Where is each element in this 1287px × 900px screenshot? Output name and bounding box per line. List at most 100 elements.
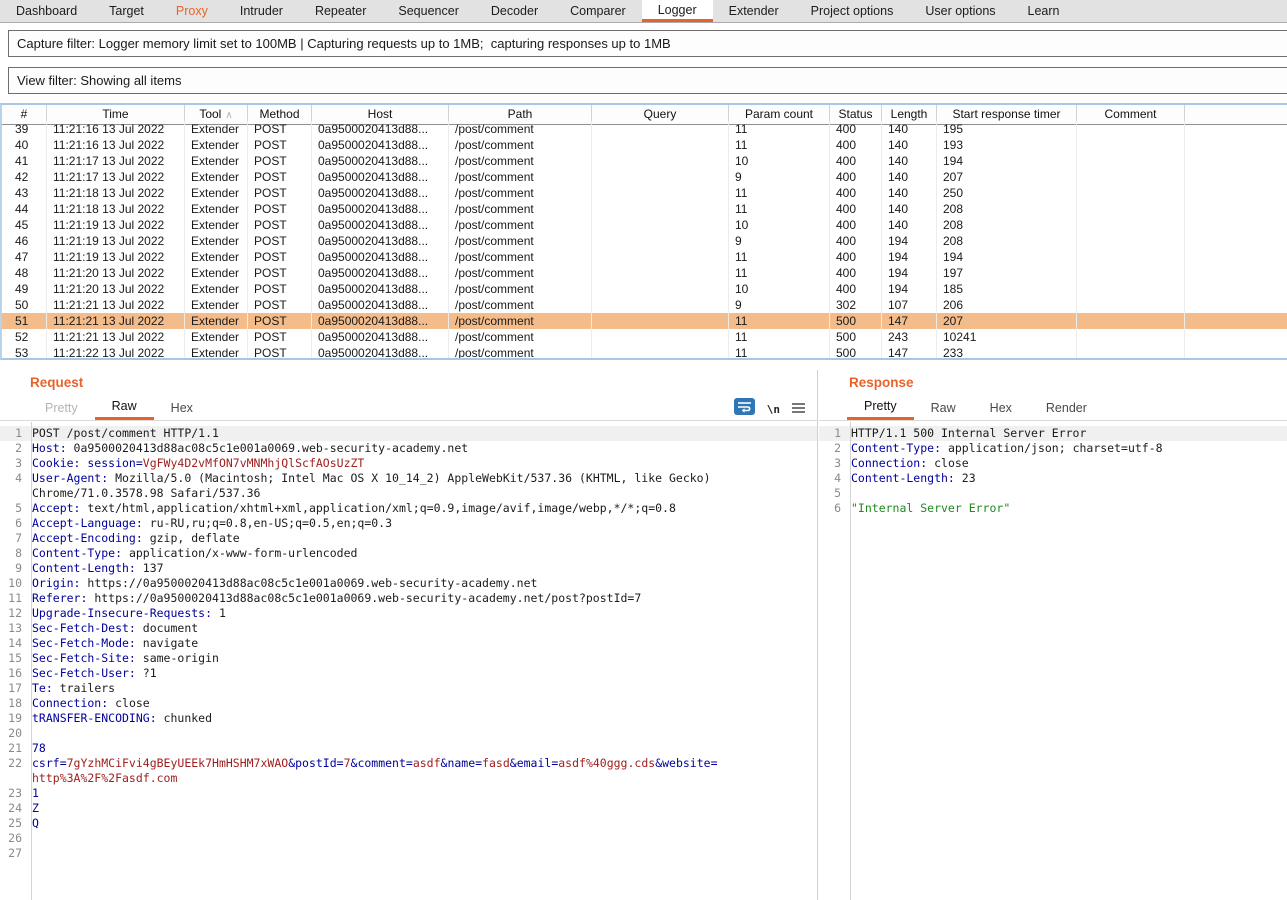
table-row[interactable]: 4511:21:19 13 Jul 2022ExtenderPOST0a9500… (2, 217, 1287, 233)
cell-length: 140 (882, 169, 937, 185)
line-text: POST /post/comment HTTP/1.1 (28, 426, 219, 441)
table-row[interactable]: 4011:21:16 13 Jul 2022ExtenderPOST0a9500… (2, 137, 1287, 153)
line-text: HTTP/1.1 500 Internal Server Error (847, 426, 1086, 441)
line-text: Q (28, 816, 39, 831)
editor-line: 2178 (0, 741, 817, 756)
cell-path: /post/comment (449, 169, 592, 185)
editor-menu-icon[interactable] (792, 400, 805, 418)
line-text: Accept-Encoding: gzip, deflate (28, 531, 240, 546)
line-text: Host: 0a9500020413d88ac08c5c1e001a0069.w… (28, 441, 468, 456)
request-tab-raw[interactable]: Raw (95, 396, 154, 420)
table-row[interactable]: 4411:21:18 13 Jul 2022ExtenderPOST0a9500… (2, 201, 1287, 217)
tab-project-options[interactable]: Project options (795, 0, 910, 22)
table-row[interactable]: 4111:21:17 13 Jul 2022ExtenderPOST0a9500… (2, 153, 1287, 169)
cell-status: 400 (830, 121, 882, 137)
cell-param-count: 11 (729, 249, 830, 265)
editor-line: 10Origin: https://0a9500020413d88ac08c5c… (0, 576, 817, 591)
tab-dashboard[interactable]: Dashboard (0, 0, 93, 22)
cell--: 48 (2, 265, 47, 281)
cell-time: 11:21:16 13 Jul 2022 (47, 121, 185, 137)
line-number: 6 (819, 501, 847, 516)
cell-query (592, 265, 729, 281)
line-text: Origin: https://0a9500020413d88ac08c5c1e… (28, 576, 537, 591)
capture-filter-bar[interactable]: Capture filter: Logger memory limit set … (8, 30, 1287, 57)
table-row[interactable]: 5311:21:22 13 Jul 2022ExtenderPOST0a9500… (2, 345, 1287, 360)
line-number: 3 (819, 456, 847, 471)
line-text: Sec-Fetch-User: ?1 (28, 666, 157, 681)
line-number: 21 (0, 741, 28, 756)
line-text: 1 (28, 786, 39, 801)
response-tab-render[interactable]: Render (1029, 396, 1104, 420)
tab-repeater[interactable]: Repeater (299, 0, 382, 22)
table-row[interactable]: 4811:21:20 13 Jul 2022ExtenderPOST0a9500… (2, 265, 1287, 281)
table-row[interactable]: 5211:21:21 13 Jul 2022ExtenderPOST0a9500… (2, 329, 1287, 345)
table-row[interactable]: 4711:21:19 13 Jul 2022ExtenderPOST0a9500… (2, 249, 1287, 265)
line-number: 5 (819, 486, 847, 501)
response-tab-pretty[interactable]: Pretty (847, 396, 914, 420)
cell-param-count: 9 (729, 297, 830, 313)
cell-tool: Extender (185, 281, 248, 297)
response-editor[interactable]: 1HTTP/1.1 500 Internal Server Error2Cont… (819, 422, 1287, 900)
cell-tool: Extender (185, 345, 248, 360)
show-newlines-icon[interactable]: \n (767, 403, 780, 416)
cell-start-response-timer: 207 (937, 169, 1077, 185)
editor-line: 22csrf=7gYzhMCiFvi4gBEyUEEk7HmHSHM7xWAO&… (0, 756, 817, 771)
cell-query (592, 137, 729, 153)
tab-logger[interactable]: Logger (642, 0, 713, 22)
editor-line: 16Sec-Fetch-User: ?1 (0, 666, 817, 681)
line-number: 25 (0, 816, 28, 831)
request-editor[interactable]: 1POST /post/comment HTTP/1.12Host: 0a950… (0, 422, 817, 900)
view-filter-bar[interactable]: View filter: Showing all items (8, 67, 1287, 94)
cell-host: 0a9500020413d88... (312, 233, 449, 249)
cell-param-count: 10 (729, 153, 830, 169)
word-wrap-icon[interactable] (734, 398, 755, 420)
cell-length: 140 (882, 217, 937, 233)
table-row[interactable]: 4911:21:20 13 Jul 2022ExtenderPOST0a9500… (2, 281, 1287, 297)
line-number: 17 (0, 681, 28, 696)
line-text: Sec-Fetch-Dest: document (28, 621, 198, 636)
cell-param-count: 11 (729, 121, 830, 137)
editor-line: 8Content-Type: application/x-www-form-ur… (0, 546, 817, 561)
editor-line: 3Cookie: session=VgFWy4D2vMfON7vMNMhjQlS… (0, 456, 817, 471)
line-text: Upgrade-Insecure-Requests: 1 (28, 606, 226, 621)
response-tab-hex[interactable]: Hex (973, 396, 1029, 420)
line-number: 15 (0, 651, 28, 666)
tab-comparer[interactable]: Comparer (554, 0, 642, 22)
table-row[interactable]: 5011:21:21 13 Jul 2022ExtenderPOST0a9500… (2, 297, 1287, 313)
cell-comment (1077, 153, 1185, 169)
cell-comment (1077, 313, 1185, 329)
cell-tool: Extender (185, 137, 248, 153)
tab-sequencer[interactable]: Sequencer (382, 0, 474, 22)
tab-learn[interactable]: Learn (1012, 0, 1076, 22)
cell-param-count: 11 (729, 329, 830, 345)
line-number: 2 (819, 441, 847, 456)
cell-path: /post/comment (449, 185, 592, 201)
cell-tool: Extender (185, 313, 248, 329)
gutter-divider (31, 422, 32, 900)
line-number: 3 (0, 456, 28, 471)
cell-param-count: 11 (729, 345, 830, 360)
line-number: 20 (0, 726, 28, 741)
cell-host: 0a9500020413d88... (312, 137, 449, 153)
tab-intruder[interactable]: Intruder (224, 0, 299, 22)
tab-user-options[interactable]: User options (909, 0, 1011, 22)
cell-length: 107 (882, 297, 937, 313)
cell-comment (1077, 185, 1185, 201)
line-text: Content-Type: application/json; charset=… (847, 441, 1163, 456)
table-row[interactable]: 4311:21:18 13 Jul 2022ExtenderPOST0a9500… (2, 185, 1287, 201)
cell-comment (1077, 217, 1185, 233)
tab-extender[interactable]: Extender (713, 0, 795, 22)
table-row[interactable]: 4211:21:17 13 Jul 2022ExtenderPOST0a9500… (2, 169, 1287, 185)
table-row[interactable]: 5111:21:21 13 Jul 2022ExtenderPOST0a9500… (2, 313, 1287, 329)
response-tabs: PrettyRawHexRender (819, 396, 1287, 421)
table-row[interactable]: 4611:21:19 13 Jul 2022ExtenderPOST0a9500… (2, 233, 1287, 249)
tab-proxy[interactable]: Proxy (160, 0, 224, 22)
tab-decoder[interactable]: Decoder (475, 0, 554, 22)
table-row[interactable]: 3911:21:16 13 Jul 2022ExtenderPOST0a9500… (2, 121, 1287, 137)
response-tab-raw[interactable]: Raw (914, 396, 973, 420)
tab-target[interactable]: Target (93, 0, 160, 22)
request-tab-pretty[interactable]: Pretty (28, 396, 95, 420)
cell-status: 302 (830, 297, 882, 313)
request-tab-hex[interactable]: Hex (154, 396, 210, 420)
cell-comment (1077, 249, 1185, 265)
